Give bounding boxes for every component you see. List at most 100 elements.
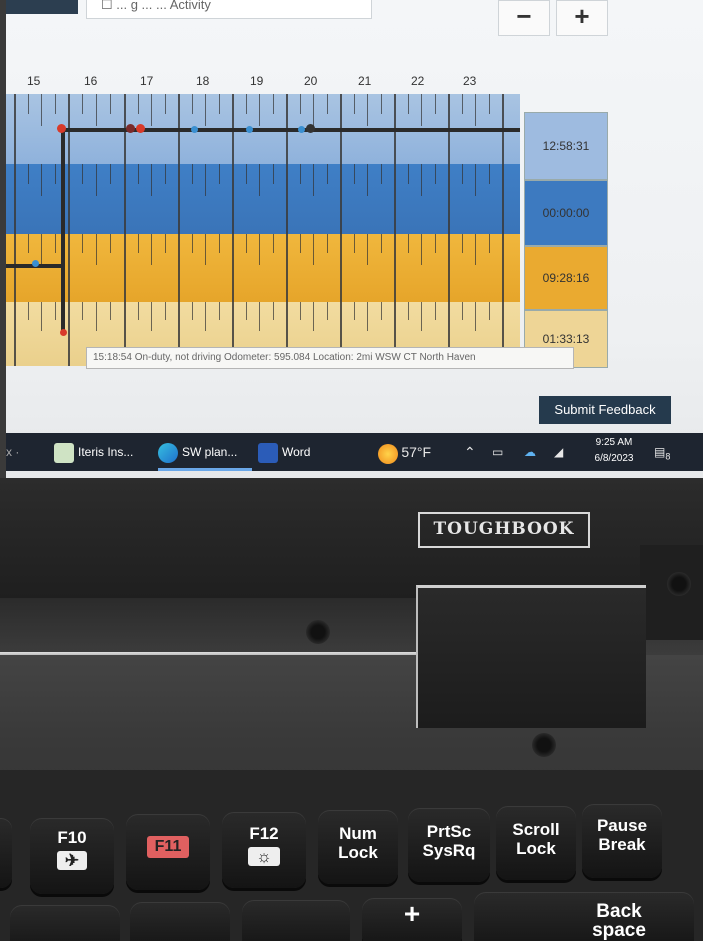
quarter-hour-tick — [218, 234, 220, 254]
duty-change-point[interactable] — [57, 124, 66, 133]
quarter-hour-tick — [272, 164, 274, 184]
windows-taskbar: x · Iteris Ins... SW plan... Word 57°F ⌃… — [6, 433, 703, 471]
quarter-hour-tick — [27, 164, 29, 184]
taskbar-item-iteris[interactable]: Iteris Ins... — [54, 437, 133, 467]
key-label: F11 — [146, 836, 190, 858]
battery-icon[interactable]: ▭ — [492, 433, 503, 471]
quarter-hour-tick — [353, 94, 355, 114]
quarter-hour-tick — [461, 164, 463, 184]
quarter-hour-tick — [218, 164, 220, 184]
quarter-hour-tick — [191, 234, 193, 254]
key-partial[interactable] — [242, 900, 350, 941]
taskbar-clock[interactable]: 9:25 AM 6/8/2023 — [584, 435, 644, 467]
quarter-hour-tick — [272, 94, 274, 114]
zoom-out-button[interactable]: − — [498, 0, 550, 36]
key-f11[interactable]: F11 — [126, 814, 210, 890]
key-label: Break — [598, 835, 646, 854]
duty-change-point[interactable] — [136, 124, 145, 133]
taskbar-item-word[interactable]: Word — [258, 437, 310, 467]
quarter-hour-tick — [272, 302, 274, 320]
quarter-hour-tick — [191, 94, 193, 114]
hour-labels: 15 16 17 18 19 20 21 22 23 — [6, 74, 526, 94]
notification-count: 8 — [665, 451, 671, 462]
toughbook-logo: TOUGHBOOK — [418, 512, 590, 548]
chevron-up-icon[interactable]: ⌃ — [464, 433, 476, 471]
clock-time: 9:25 AM — [595, 437, 633, 448]
quarter-hour-tick — [205, 164, 206, 196]
key-backspace[interactable]: Back space — [474, 892, 694, 941]
quarter-hour-tick — [313, 164, 314, 196]
quarter-hour-tick — [434, 302, 436, 320]
quarter-hour-tick — [27, 94, 29, 114]
screw-icon — [306, 620, 330, 644]
key-scroll-lock[interactable]: Scroll Lock — [496, 806, 576, 880]
hour-gridline — [68, 94, 70, 366]
key-label: space — [592, 920, 646, 941]
key-num-lock[interactable]: Num Lock — [318, 810, 398, 884]
quarter-hour-tick — [488, 234, 490, 254]
duty-change-point[interactable] — [298, 126, 305, 133]
hour-gridline — [232, 94, 234, 366]
cloud-icon[interactable]: ☁ — [524, 433, 536, 471]
submit-feedback-button[interactable]: Submit Feedback — [539, 396, 671, 424]
hour-gridline — [178, 94, 180, 366]
quarter-hour-tick — [299, 302, 301, 320]
quarter-hour-tick — [313, 94, 314, 126]
quarter-hour-tick — [151, 234, 152, 265]
duty-change-point[interactable] — [126, 124, 135, 133]
key-partial[interactable] — [10, 905, 120, 941]
key-prtsc[interactable]: PrtSc SysRq — [408, 808, 490, 882]
taskbar-item-edge[interactable]: SW plan... — [158, 437, 237, 467]
duty-change-point[interactable] — [191, 126, 198, 133]
quarter-hour-tick — [137, 94, 139, 114]
quarter-hour-tick — [82, 234, 83, 254]
key-f12[interactable]: F12 ☼ — [222, 812, 306, 888]
duty-change-point[interactable] — [32, 260, 39, 267]
key-f10[interactable]: F10 ✈ — [30, 818, 114, 894]
duty-status-grid[interactable] — [6, 94, 520, 366]
hour-gridline — [124, 94, 126, 366]
quarter-hour-tick — [353, 164, 355, 184]
quarter-hour-tick — [151, 302, 152, 331]
quarter-hour-tick — [421, 302, 422, 331]
quarter-hour-tick — [96, 234, 97, 265]
notification-icon[interactable]: ▤8 — [654, 433, 670, 471]
hour-gridline — [502, 94, 504, 366]
quarter-hour-tick — [151, 94, 152, 126]
activity-selector[interactable]: ☐ ... g ... ... Activity — [86, 0, 372, 19]
quarter-hour-tick — [110, 94, 111, 114]
hinge — [416, 585, 646, 728]
weather-widget[interactable]: 57°F — [378, 433, 431, 471]
key-label: Num — [339, 824, 377, 843]
duty-change-point[interactable] — [306, 124, 315, 133]
key-partial[interactable] — [0, 818, 12, 888]
quarter-hour-tick — [461, 234, 463, 254]
hour-gridline — [340, 94, 342, 366]
quarter-hour-tick — [421, 234, 422, 265]
total-sleeper: 00:00:00 — [524, 180, 608, 246]
weather-temp: 57°F — [401, 444, 432, 460]
quarter-hour-tick — [380, 234, 382, 254]
quarter-hour-tick — [245, 94, 247, 114]
zoom-in-button[interactable]: + — [556, 0, 608, 36]
key-label: PrtSc — [426, 822, 472, 841]
quarter-hour-tick — [475, 164, 476, 196]
key-pause[interactable]: Pause Break — [582, 804, 662, 878]
hour-label: 15 — [27, 74, 41, 88]
quarter-hour-tick — [299, 234, 301, 254]
duty-change-point[interactable] — [246, 126, 253, 133]
key-partial[interactable] — [130, 902, 230, 941]
duty-change-point[interactable] — [60, 329, 67, 336]
key-label: Scroll — [512, 820, 560, 839]
quarter-hour-tick — [380, 94, 382, 114]
taskbar-overflow[interactable]: x · — [6, 437, 19, 467]
wifi-icon[interactable]: ◢ — [554, 433, 563, 471]
quarter-hour-tick — [191, 302, 193, 320]
key-plus[interactable]: + — [362, 898, 462, 941]
quarter-hour-tick — [380, 302, 382, 320]
quarter-hour-tick — [475, 94, 476, 126]
quarter-hour-tick — [259, 94, 260, 126]
quarter-hour-tick — [27, 234, 29, 254]
quarter-hour-tick — [110, 234, 111, 254]
quarter-hour-tick — [54, 164, 56, 184]
